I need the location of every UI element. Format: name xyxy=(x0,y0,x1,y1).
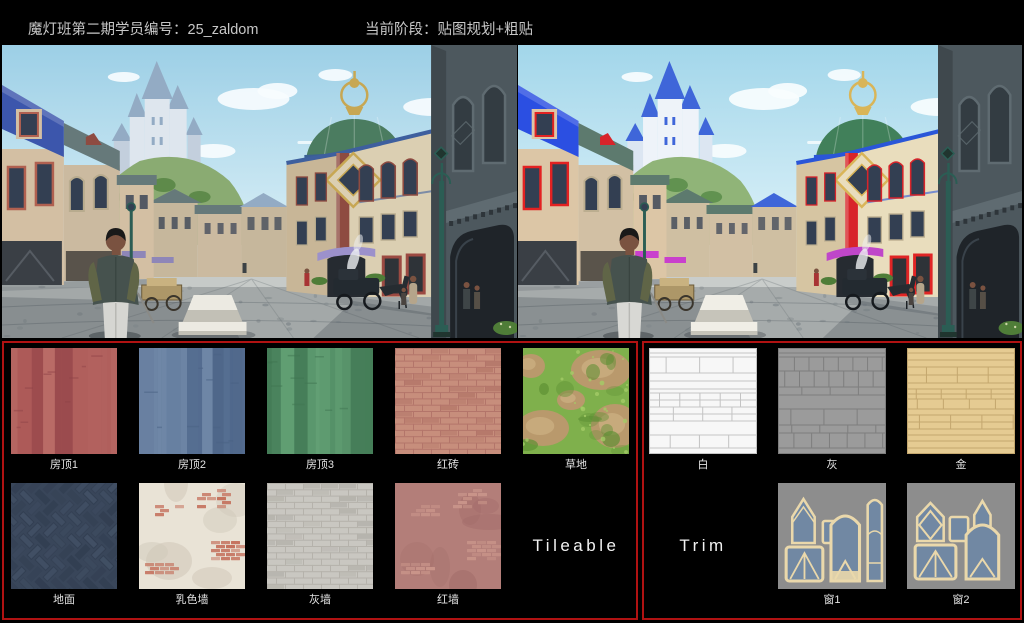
red-wall-label: 红墙 xyxy=(437,593,459,607)
roof1-texture xyxy=(11,348,117,454)
paintings-row xyxy=(2,45,1022,338)
grass-texture xyxy=(523,348,629,454)
window2-texture xyxy=(907,483,1015,589)
red-brick-label: 红砖 xyxy=(437,458,459,472)
texture-swatch-window2: 窗2 xyxy=(907,483,1015,609)
cream-wall-texture xyxy=(139,483,245,589)
texture-swatch-gray-wall: 灰墙 xyxy=(267,483,373,609)
trim-row-2: Trim 窗1 窗2 xyxy=(644,478,1020,609)
tileable-title: Tileable xyxy=(533,536,620,556)
texture-swatch-trim-gray: 灰 xyxy=(778,348,886,472)
texture-swatch-ground: 地面 xyxy=(11,483,117,609)
swatch-panels: 房顶1 房顶2 房顶3 红砖 草地 xyxy=(2,341,1022,620)
gray-wall-label: 灰墙 xyxy=(309,593,331,607)
red-brick-texture xyxy=(395,348,501,454)
window1-label: 窗1 xyxy=(823,593,840,607)
texture-swatch-roof3: 房顶3 xyxy=(267,348,373,472)
texture-swatch-trim-white: 白 xyxy=(649,348,757,472)
concept-painting-textured xyxy=(518,45,1022,338)
tileable-row-2: 地面 乳色墙 灰墙 红墙 Tileable xyxy=(4,478,636,609)
texture-swatch-grass: 草地 xyxy=(523,348,629,472)
tileable-panel: 房顶1 房顶2 房顶3 红砖 草地 xyxy=(2,341,638,620)
header-bar: 魔灯班第二期学员编号：25_zaldom 当前阶段：贴图规划+粗贴 xyxy=(0,0,1024,42)
trim-gold-label: 金 xyxy=(956,458,967,472)
trim-panel: 白 灰 金 Trim 窗1 xyxy=(642,341,1022,620)
ground-texture xyxy=(11,483,117,589)
window1-texture xyxy=(778,483,886,589)
trim-gray-texture xyxy=(778,348,886,454)
window2-label: 窗2 xyxy=(952,593,969,607)
texture-swatch-roof2: 房顶2 xyxy=(139,348,245,472)
student-id-label: 魔灯班第二期学员编号：25_zaldom xyxy=(28,18,258,39)
texture-planning-board: 魔灯班第二期学员编号：25_zaldom 当前阶段：贴图规划+粗贴 房顶1 房顶… xyxy=(0,0,1024,623)
grass-label: 草地 xyxy=(565,458,587,472)
texture-swatch-red-brick: 红砖 xyxy=(395,348,501,472)
trim-title-cell: Trim xyxy=(649,483,757,609)
ground-label: 地面 xyxy=(53,593,75,607)
trim-white-texture xyxy=(649,348,757,454)
texture-swatch-trim-gold: 金 xyxy=(907,348,1015,472)
roof2-texture xyxy=(139,348,245,454)
tileable-row-1: 房顶1 房顶2 房顶3 红砖 草地 xyxy=(4,343,636,472)
trim-title: Trim xyxy=(679,536,726,556)
texture-swatch-cream-wall: 乳色墙 xyxy=(139,483,245,609)
trim-row-1: 白 灰 金 xyxy=(644,343,1020,472)
roof1-label: 房顶1 xyxy=(50,458,78,472)
trim-gray-label: 灰 xyxy=(827,458,838,472)
texture-swatch-window1: 窗1 xyxy=(778,483,886,609)
trim-white-label: 白 xyxy=(698,458,709,472)
texture-swatch-red-wall: 红墙 xyxy=(395,483,501,609)
roof3-label: 房顶3 xyxy=(306,458,334,472)
texture-swatch-roof1: 房顶1 xyxy=(11,348,117,472)
roof3-texture xyxy=(267,348,373,454)
trim-gold-texture xyxy=(907,348,1015,454)
roof2-label: 房顶2 xyxy=(178,458,206,472)
concept-painting-original xyxy=(2,45,517,338)
stage-label: 当前阶段：贴图规划+粗贴 xyxy=(365,18,533,39)
gray-wall-texture xyxy=(267,483,373,589)
cream-wall-label: 乳色墙 xyxy=(176,593,209,607)
tileable-title-cell: Tileable xyxy=(523,483,629,609)
red-wall-texture xyxy=(395,483,501,589)
